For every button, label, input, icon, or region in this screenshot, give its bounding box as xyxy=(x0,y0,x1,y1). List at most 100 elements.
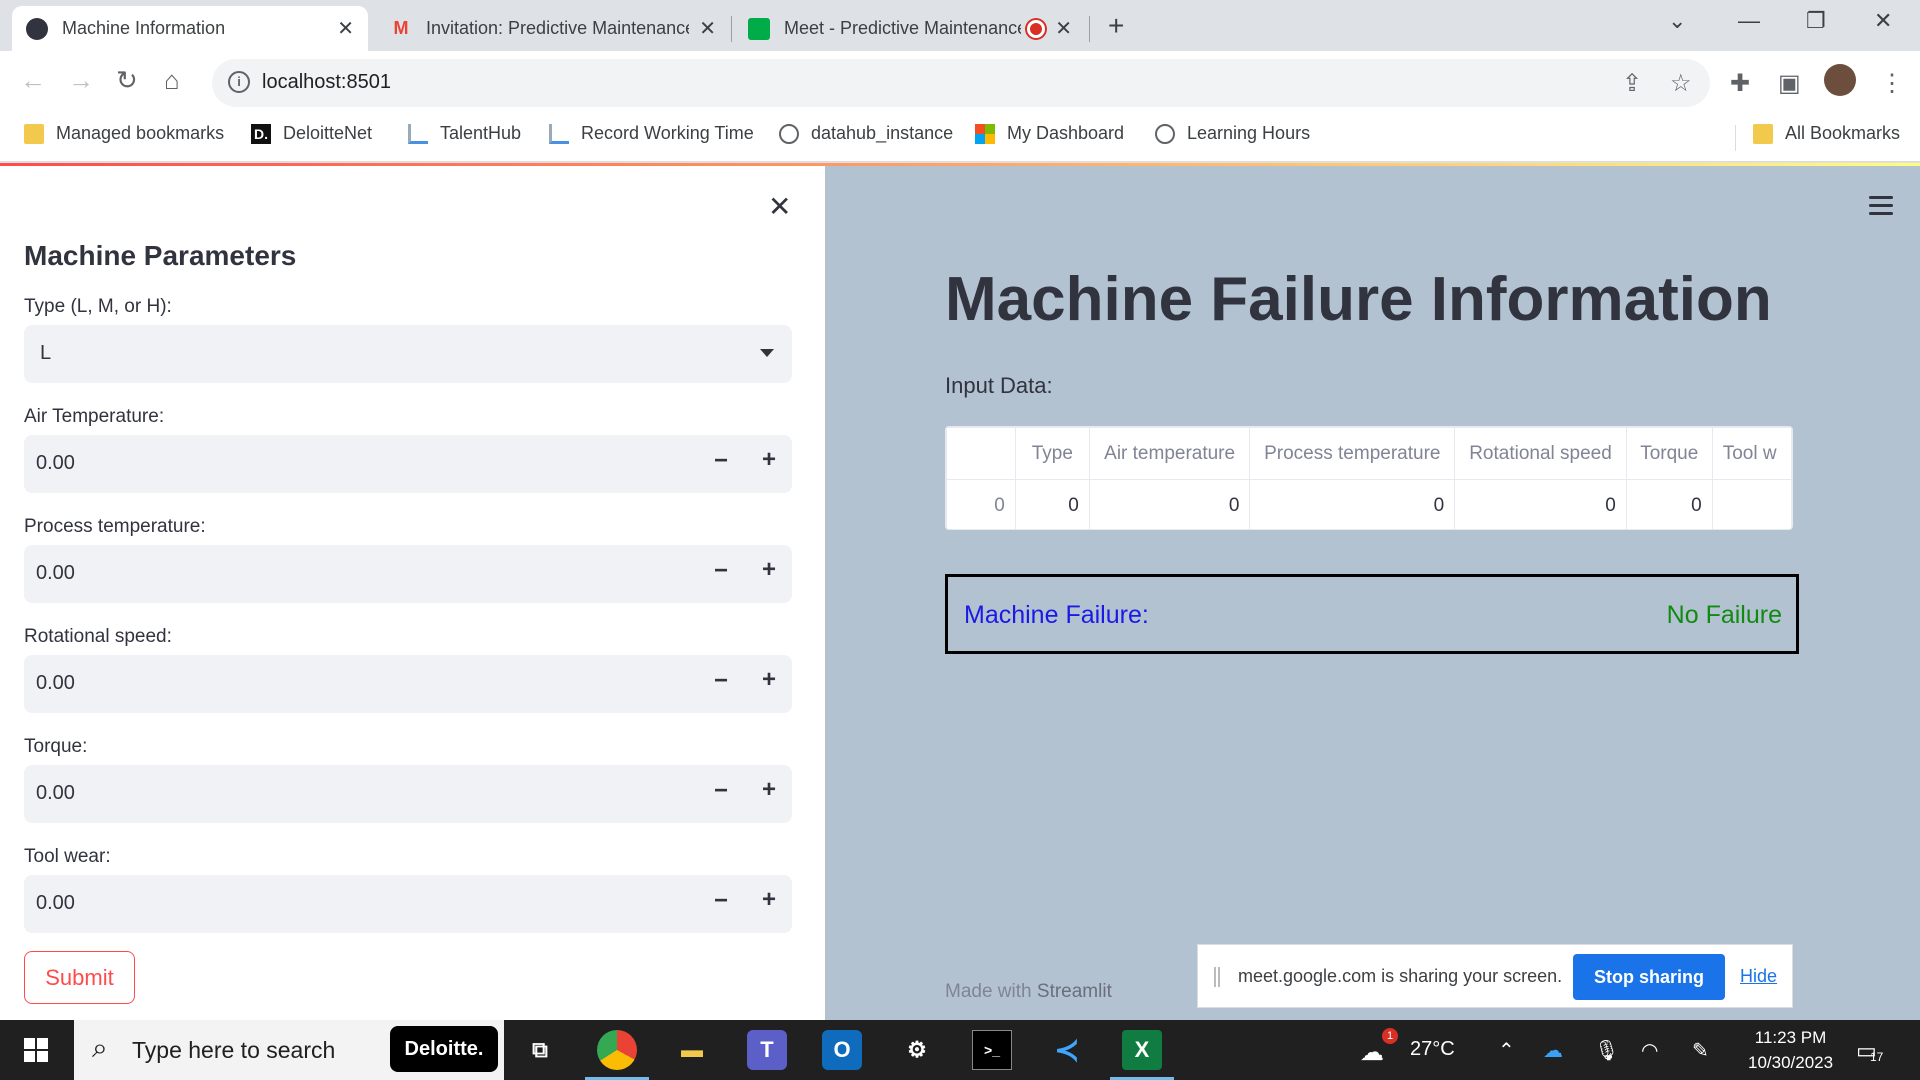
weather-icon[interactable]: ☁ xyxy=(1360,1038,1384,1067)
decrement-icon[interactable]: − xyxy=(714,447,728,475)
share-message: meet.google.com is sharing your screen. xyxy=(1238,966,1563,986)
teams-icon[interactable]: T xyxy=(747,1030,787,1070)
clock-date: 10/30/2023 xyxy=(1748,1053,1834,1072)
table-cell[interactable]: 0 xyxy=(1454,479,1627,529)
bookmark-deloittenet[interactable]: D. DeloitteNet xyxy=(251,123,372,144)
increment-icon[interactable]: + xyxy=(762,446,776,474)
reload-icon[interactable]: ↻ xyxy=(116,65,138,96)
table-cell[interactable]: 0 xyxy=(1014,479,1090,529)
bookmark-all-bookmarks[interactable]: All Bookmarks xyxy=(1753,123,1900,144)
decrement-icon[interactable]: − xyxy=(714,667,728,695)
taskbar-search-box[interactable]: ⌕ Type here to search Deloitte. xyxy=(74,1020,504,1080)
file-explorer-icon[interactable]: ▬ xyxy=(672,1030,712,1070)
submit-button[interactable]: Submit xyxy=(24,951,135,1004)
extensions-puzzle-icon[interactable]: ✚ xyxy=(1730,69,1750,98)
system-clock[interactable]: 11:23 PM 10/30/2023 xyxy=(1748,1025,1833,1075)
tool-wear-value[interactable]: 0.00 xyxy=(36,892,75,915)
table-cell[interactable]: 0 xyxy=(1625,479,1713,529)
table-cell[interactable]: 0 xyxy=(1088,479,1251,529)
close-sidebar-icon[interactable]: ✕ xyxy=(768,190,791,223)
menu-kebab-icon[interactable]: ⋮ xyxy=(1880,69,1904,98)
outlook-icon[interactable]: O xyxy=(822,1030,862,1070)
decrement-icon[interactable]: − xyxy=(714,557,728,585)
sidebar: ✕ Machine Parameters Type (L, M, or H): … xyxy=(0,166,825,1020)
task-view-icon[interactable]: ⧉ xyxy=(520,1030,560,1070)
google-meet-icon xyxy=(748,17,770,40)
tab-google-meet[interactable]: Meet - Predictive Maintenance ✕ xyxy=(734,6,1086,51)
bookmark-record-working-time[interactable]: Record Working Time xyxy=(549,123,754,144)
onedrive-cloud-icon[interactable]: ☁ xyxy=(1543,1038,1563,1063)
column-header[interactable]: Process temperature xyxy=(1249,427,1456,480)
share-icon[interactable]: ⇪ xyxy=(1622,69,1642,98)
minimize-icon[interactable]: — xyxy=(1738,8,1760,34)
hide-link[interactable]: Hide xyxy=(1740,966,1777,987)
column-header[interactable]: Tool w xyxy=(1711,427,1792,480)
increment-icon[interactable]: + xyxy=(762,666,776,694)
site-info-icon[interactable]: i xyxy=(228,71,250,93)
table-cell[interactable]: 0 xyxy=(1249,479,1456,529)
air-temperature-value[interactable]: 0.00 xyxy=(36,452,75,475)
close-tab-icon[interactable]: ✕ xyxy=(1055,16,1072,41)
tab-title: Meet - Predictive Maintenance xyxy=(784,18,1022,38)
close-tab-icon[interactable]: ✕ xyxy=(699,16,716,41)
increment-icon[interactable]: + xyxy=(762,886,776,914)
show-hidden-icons-chevron-icon[interactable]: ⌃ xyxy=(1498,1038,1515,1063)
bookmark-talenthub[interactable]: TalentHub xyxy=(408,123,521,144)
torque-input[interactable]: 0.00 − + xyxy=(24,765,792,823)
weather-temperature[interactable]: 27°C xyxy=(1410,1038,1455,1061)
column-header[interactable]: Torque xyxy=(1625,427,1713,480)
tab-machine-information[interactable]: Machine Information ✕ xyxy=(12,6,368,51)
windows-taskbar: ⌕ Type here to search Deloitte. ⧉ ▬ T O … xyxy=(0,1020,1920,1080)
settings-gear-icon[interactable]: ⚙ xyxy=(897,1030,937,1070)
increment-icon[interactable]: + xyxy=(762,556,776,584)
address-bar[interactable]: i localhost:8501 ⇪ ☆ xyxy=(212,59,1710,107)
profile-avatar[interactable] xyxy=(1824,64,1856,96)
vscode-icon[interactable]: ≺ xyxy=(1047,1030,1087,1070)
terminal-icon[interactable]: >_ xyxy=(972,1030,1012,1070)
home-icon[interactable]: ⌂ xyxy=(164,65,180,96)
close-window-icon[interactable]: ✕ xyxy=(1874,8,1892,34)
bookmark-managed-bookmarks[interactable]: Managed bookmarks xyxy=(24,123,224,144)
drag-handle-icon[interactable] xyxy=(1214,967,1220,987)
rotational-speed-input[interactable]: 0.00 − + xyxy=(24,655,792,713)
torque-value[interactable]: 0.00 xyxy=(36,782,75,805)
bookmark-my-dashboard[interactable]: My Dashboard xyxy=(975,123,1124,144)
column-header[interactable]: Air temperature xyxy=(1088,427,1251,480)
hamburger-menu-icon[interactable] xyxy=(1869,196,1893,220)
excel-icon[interactable]: X xyxy=(1110,1030,1174,1080)
tab-gmail-invitation[interactable]: M Invitation: Predictive Maintenance ✕ xyxy=(376,6,730,51)
forward-arrow-icon[interactable]: → xyxy=(68,65,94,96)
bookmark-datahub-instance[interactable]: datahub_instance xyxy=(779,123,953,144)
microphone-icon[interactable]: 🎙 xyxy=(1594,1038,1619,1063)
wifi-icon[interactable]: ◠ xyxy=(1641,1038,1658,1063)
chrome-icon[interactable] xyxy=(585,1030,649,1080)
streamlit-link[interactable]: Streamlit xyxy=(1037,981,1112,1002)
input-dataframe[interactable]: Type Air temperature Process temperature… xyxy=(945,426,1793,530)
rotational-speed-value[interactable]: 0.00 xyxy=(36,672,75,695)
increment-icon[interactable]: + xyxy=(762,776,776,804)
process-temperature-value[interactable]: 0.00 xyxy=(36,562,75,585)
table-cell[interactable] xyxy=(1711,479,1792,529)
process-temperature-input[interactable]: 0.00 − + xyxy=(24,545,792,603)
column-header[interactable]: Type xyxy=(1014,427,1090,480)
tool-wear-input[interactable]: 0.00 − + xyxy=(24,875,792,933)
decrement-icon[interactable]: − xyxy=(714,887,728,915)
bookmark-label: TalentHub xyxy=(440,123,522,143)
close-tab-icon[interactable]: ✕ xyxy=(337,16,354,41)
windows-start-icon[interactable] xyxy=(24,1038,48,1062)
restore-icon[interactable]: ❐ xyxy=(1806,8,1826,34)
side-panel-icon[interactable]: ▣ xyxy=(1778,69,1801,98)
search-placeholder: Type here to search xyxy=(132,1037,336,1063)
stop-sharing-button[interactable]: Stop sharing xyxy=(1573,954,1725,1000)
air-temperature-input[interactable]: 0.00 − + xyxy=(24,435,792,493)
new-tab-icon[interactable]: + xyxy=(1108,10,1124,42)
back-arrow-icon[interactable]: ← xyxy=(20,65,46,96)
bookmark-star-icon[interactable]: ☆ xyxy=(1670,69,1692,98)
decrement-icon[interactable]: − xyxy=(714,777,728,805)
bookmark-learning-hours[interactable]: Learning Hours xyxy=(1155,123,1310,144)
microsoft-icon xyxy=(975,123,995,144)
pen-icon[interactable]: ✎ xyxy=(1692,1038,1709,1063)
type-select[interactable]: L xyxy=(24,325,792,383)
tab-search-chevron-icon[interactable]: ⌄ xyxy=(1668,8,1686,34)
column-header[interactable]: Rotational speed xyxy=(1454,427,1627,480)
